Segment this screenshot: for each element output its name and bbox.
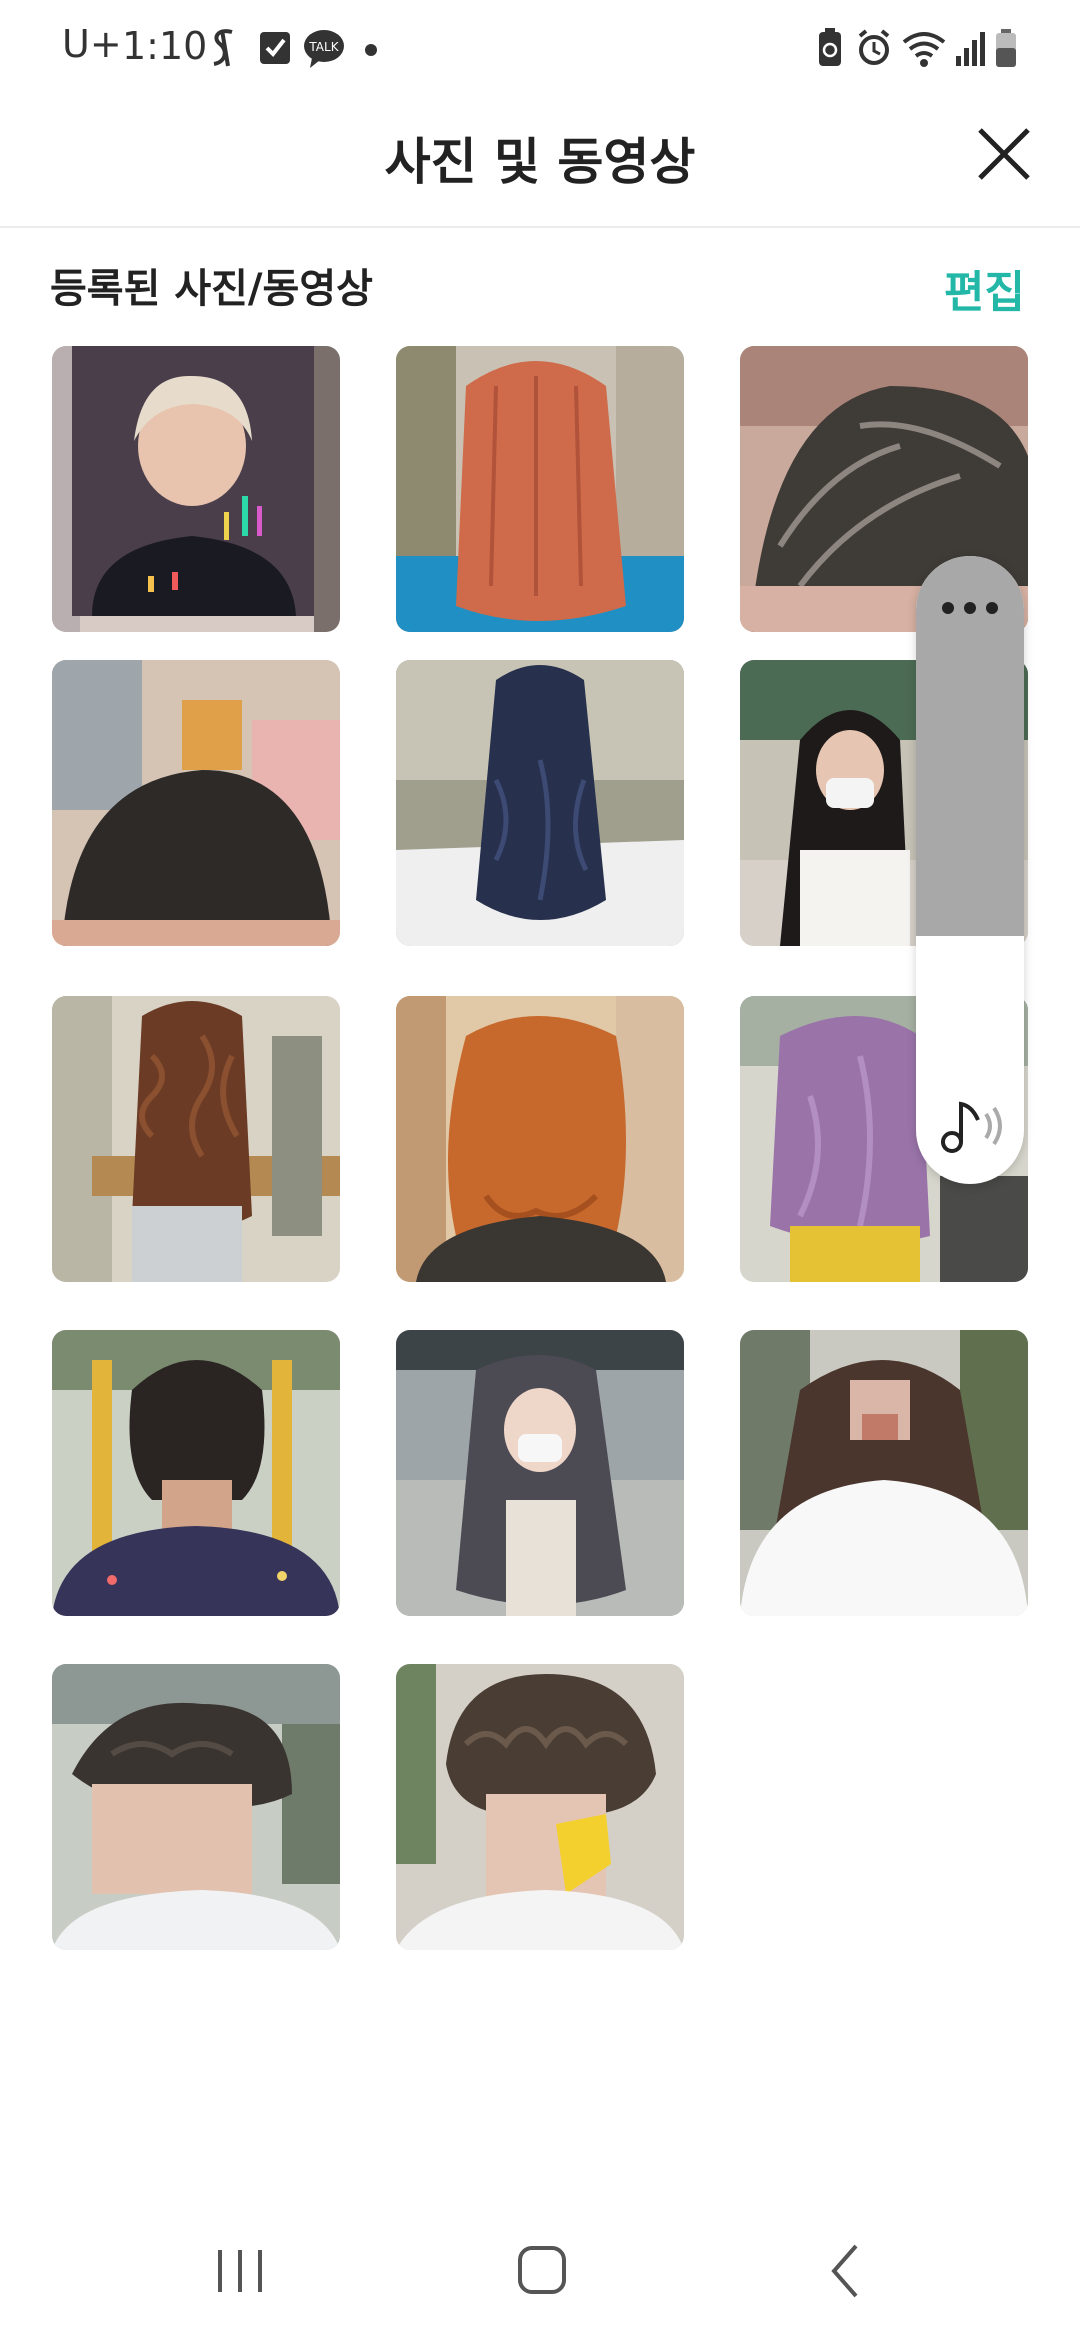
kakaotalk-icon: TALK	[304, 30, 344, 68]
header: 사진 및 동영상	[0, 100, 1080, 228]
photo-dark-short-hair[interactable]	[52, 660, 340, 946]
carrier-label: U+	[62, 22, 122, 66]
page-title: 사진 및 동영상	[384, 133, 696, 191]
photo-id-portrait[interactable]	[52, 346, 340, 632]
floating-panel[interactable]	[916, 556, 1024, 1184]
more-horizontal-icon[interactable]	[938, 596, 1002, 620]
edit-button[interactable]: 편집	[944, 256, 1025, 320]
signal-icon	[956, 32, 985, 66]
photo-copper-bob[interactable]	[396, 996, 684, 1282]
navigation-bar	[0, 2200, 1080, 2340]
photo-brown-wavy-hair[interactable]	[740, 1330, 1028, 1616]
close-icon[interactable]	[972, 122, 1036, 186]
home-icon[interactable]	[502, 2236, 582, 2306]
back-icon[interactable]	[806, 2236, 886, 2306]
photo-navy-wavy-hair[interactable]	[396, 660, 684, 946]
s-logo-icon	[213, 29, 233, 67]
dot-icon	[365, 44, 377, 56]
wifi-icon	[902, 32, 946, 67]
carrier-text: U+	[62, 22, 122, 66]
recent-apps-icon[interactable]	[200, 2236, 280, 2306]
status-bar: U+ 1:10 TALK	[0, 0, 1080, 100]
checkbox-icon	[260, 32, 290, 64]
photo-ash-long-hair[interactable]	[396, 1330, 684, 1616]
status-time: 1:10	[122, 24, 208, 68]
battery-saver-icon	[819, 28, 841, 66]
music-note-icon[interactable]	[938, 1096, 1008, 1156]
photo-men-perm[interactable]	[52, 1664, 340, 1950]
photo-short-cut[interactable]	[52, 1330, 340, 1616]
photo-orange-hair[interactable]	[396, 346, 684, 632]
alarm-icon	[858, 29, 890, 65]
talk-label: TALK	[308, 40, 339, 54]
photo-curly-perm[interactable]	[52, 996, 340, 1282]
battery-icon	[996, 29, 1016, 67]
photo-men-curly[interactable]	[396, 1664, 684, 1950]
section-title: 등록된 사진/동영상	[50, 266, 373, 312]
